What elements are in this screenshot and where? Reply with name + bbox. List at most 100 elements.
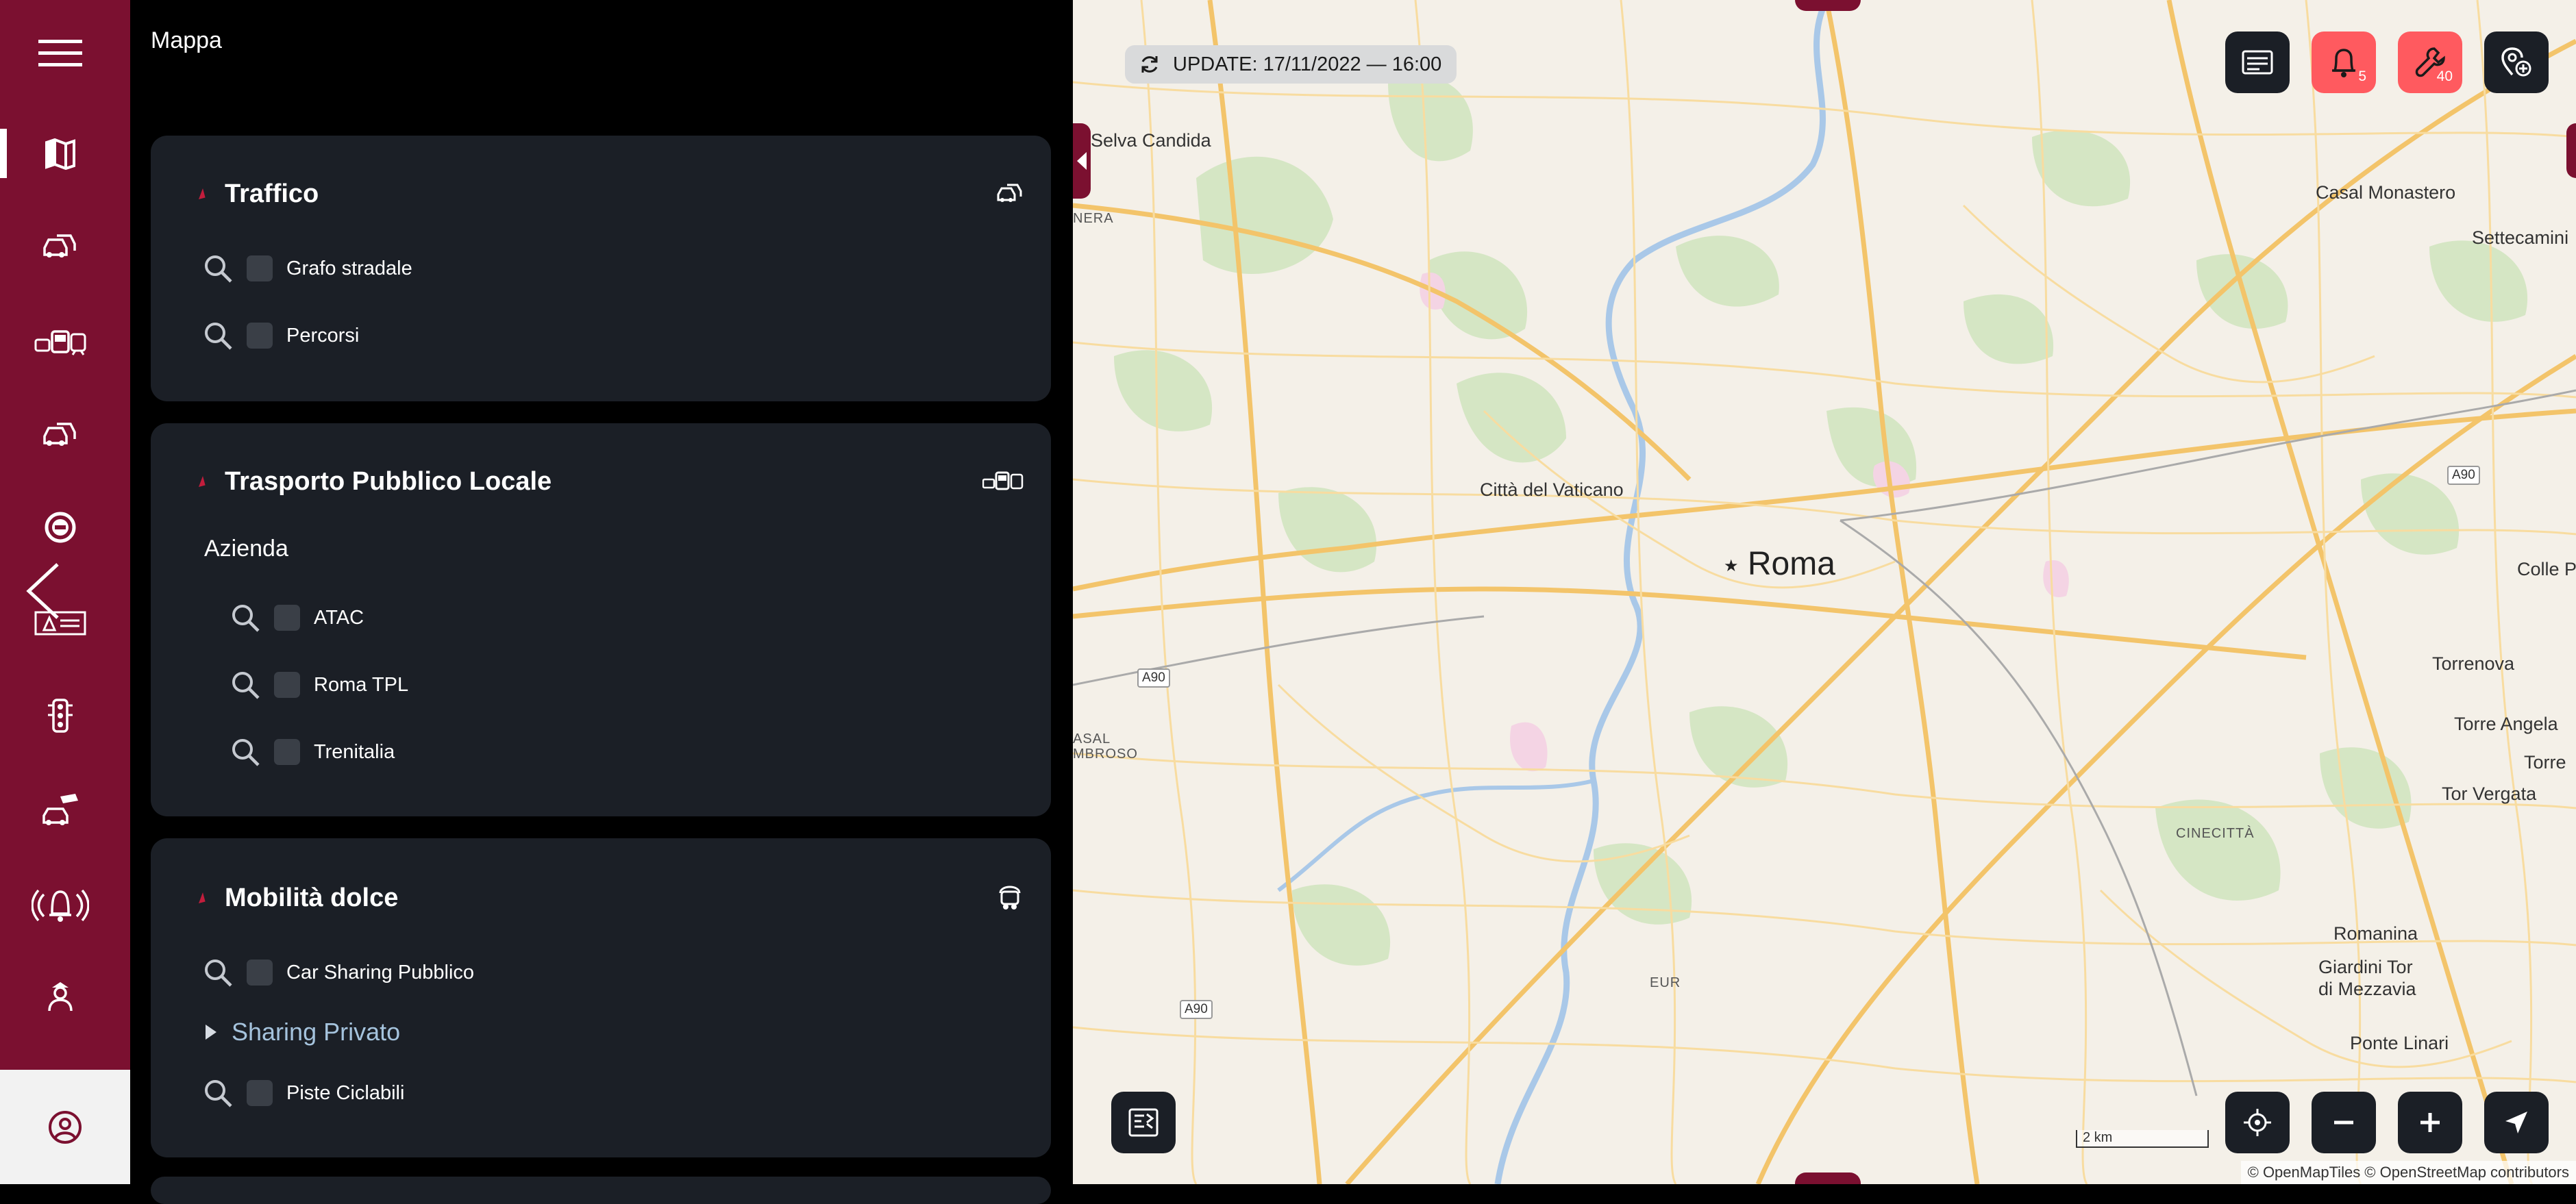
camera-car-icon [42,794,78,825]
layer-label: Grafo stradale [286,257,412,279]
panel-toggle-button[interactable] [1073,123,1091,199]
map-label: Selva Candida [1091,130,1211,151]
maintenance-button[interactable]: 40 [2398,32,2462,93]
traffic-light-icon [48,699,73,733]
collapse-triangle-icon[interactable] [196,892,206,904]
map-view[interactable]: Selva Candida Casal Monastero Settecamin… [1073,0,2576,1184]
hamburger-icon [38,40,82,66]
scale-label: 2 km [2083,1130,2113,1145]
layer-row: Roma TPL [230,670,408,700]
crosshair-icon [2244,1109,2271,1136]
locate-button[interactable] [2225,1092,2290,1153]
collapse-triangle-icon[interactable] [196,475,206,488]
rail-traffic-button[interactable] [0,212,121,281]
rail-map-button[interactable] [0,120,121,188]
hamburger-menu-button[interactable] [0,19,121,88]
update-status[interactable]: UPDATE: 17/11/2022 — 16:00 [1125,45,1457,84]
capital-star-icon: ★ [1724,556,1739,575]
rail-alarms-button[interactable] [0,870,121,938]
map-legend-icon [1128,1108,1159,1137]
layer-checkbox[interactable] [274,605,300,631]
layer-label: Piste Ciclabili [286,1081,405,1104]
map-attribution: © OpenMapTiles © OpenStreetMap contribut… [2240,1161,2576,1184]
search-icon[interactable] [230,670,260,700]
azienda-subheading: Azienda [204,536,288,562]
search-icon[interactable] [203,1078,233,1108]
map-label-roma: ★ Roma [1724,545,1835,583]
map-label: Giardini Tor di Mezzavia [2318,957,2416,999]
map-basemap [1073,0,2576,1184]
rail-public-transport-button[interactable] [0,308,121,377]
road-shield: A90 [1180,1000,1213,1019]
collapse-chevron-button[interactable] [25,562,62,624]
alerts-button[interactable]: 5 [2312,32,2376,93]
map-icon [45,138,75,170]
rail-officer-button[interactable] [0,962,121,1031]
cars-icon-2 [43,423,76,446]
alarm-bell-icon [32,889,89,922]
search-icon[interactable] [230,603,260,633]
cars-icon [996,182,1024,209]
layers-toggle-button[interactable] [1111,1092,1176,1153]
zoom-out-button[interactable] [2312,1092,2376,1153]
icon-rail [0,0,130,1184]
layer-checkbox[interactable] [247,255,273,281]
cars-icon [43,234,76,258]
card-icon [2242,50,2273,75]
location-plus-icon [2501,47,2531,77]
search-icon[interactable] [230,737,260,767]
bus-train-icon [982,470,1024,497]
plus-icon [2420,1113,2440,1132]
layer-row: Percorsi [203,321,359,351]
layer-checkbox[interactable] [247,960,273,986]
panel-title: Mappa [151,27,222,53]
layer-row: Car Sharing Pubblico [203,957,474,988]
traffico-card: Traffico Grafo stradale Percorsi [151,136,1051,401]
mobilita-card: Mobilità dolce Car Sharing Pubblico Shar… [151,838,1051,1157]
add-location-button[interactable] [2484,32,2549,93]
collapse-triangle-icon[interactable] [196,188,206,200]
layer-label: Trenitalia [314,740,395,763]
chevron-left-icon [26,563,59,619]
top-drawer-tab[interactable] [1795,0,1861,11]
layer-checkbox[interactable] [247,1080,273,1106]
rail-camera-button[interactable] [0,775,121,844]
next-card [151,1177,1051,1204]
sharing-privato-expander[interactable]: Sharing Privato [206,1018,400,1046]
right-drawer-tab[interactable] [2566,123,2576,178]
zoom-in-button[interactable] [2398,1092,2462,1153]
compass-button[interactable] [2484,1092,2549,1153]
user-account-button[interactable] [0,1070,130,1184]
search-icon[interactable] [203,957,233,988]
map-label: Colle Prene [2517,559,2576,579]
layer-row: Grafo stradale [203,253,412,284]
search-icon[interactable] [203,253,233,284]
bike-sharing-icon [996,881,1024,914]
card-view-button[interactable] [2225,32,2290,93]
map-label: NERA [1073,211,1114,226]
rail-traffic-2-button[interactable] [0,401,121,469]
layer-label: Roma TPL [314,673,409,696]
mobilita-title[interactable]: Mobilità dolce [225,883,398,913]
layer-checkbox[interactable] [247,323,273,349]
map-label: CINECITTÀ [2176,826,2255,841]
alerts-count: 5 [2358,68,2366,84]
tpl-title[interactable]: Trasporto Pubblico Locale [225,467,552,497]
rail-ztl-button[interactable] [0,493,121,562]
traffico-title[interactable]: Traffico [225,179,319,209]
layer-checkbox[interactable] [274,739,300,765]
bottom-drawer-tab[interactable] [1795,1172,1861,1184]
layer-row: Trenitalia [230,737,395,767]
rail-traffic-lights-button[interactable] [0,682,121,751]
collapse-arrow-icon [1077,152,1087,170]
scale-bar: 2 km [2076,1130,2209,1148]
update-text: UPDATE: 17/11/2022 — 16:00 [1173,53,1442,75]
layer-checkbox[interactable] [274,672,300,698]
layer-label: Car Sharing Pubblico [286,961,475,983]
search-icon[interactable] [203,321,233,351]
tpl-card: Trasporto Pubblico Locale Azienda ATAC R… [151,423,1051,816]
map-label: Torre [2524,752,2566,773]
officer-icon [48,982,73,1012]
map-label: Settecamini [2472,227,2569,248]
city-label: Roma [1747,546,1835,582]
